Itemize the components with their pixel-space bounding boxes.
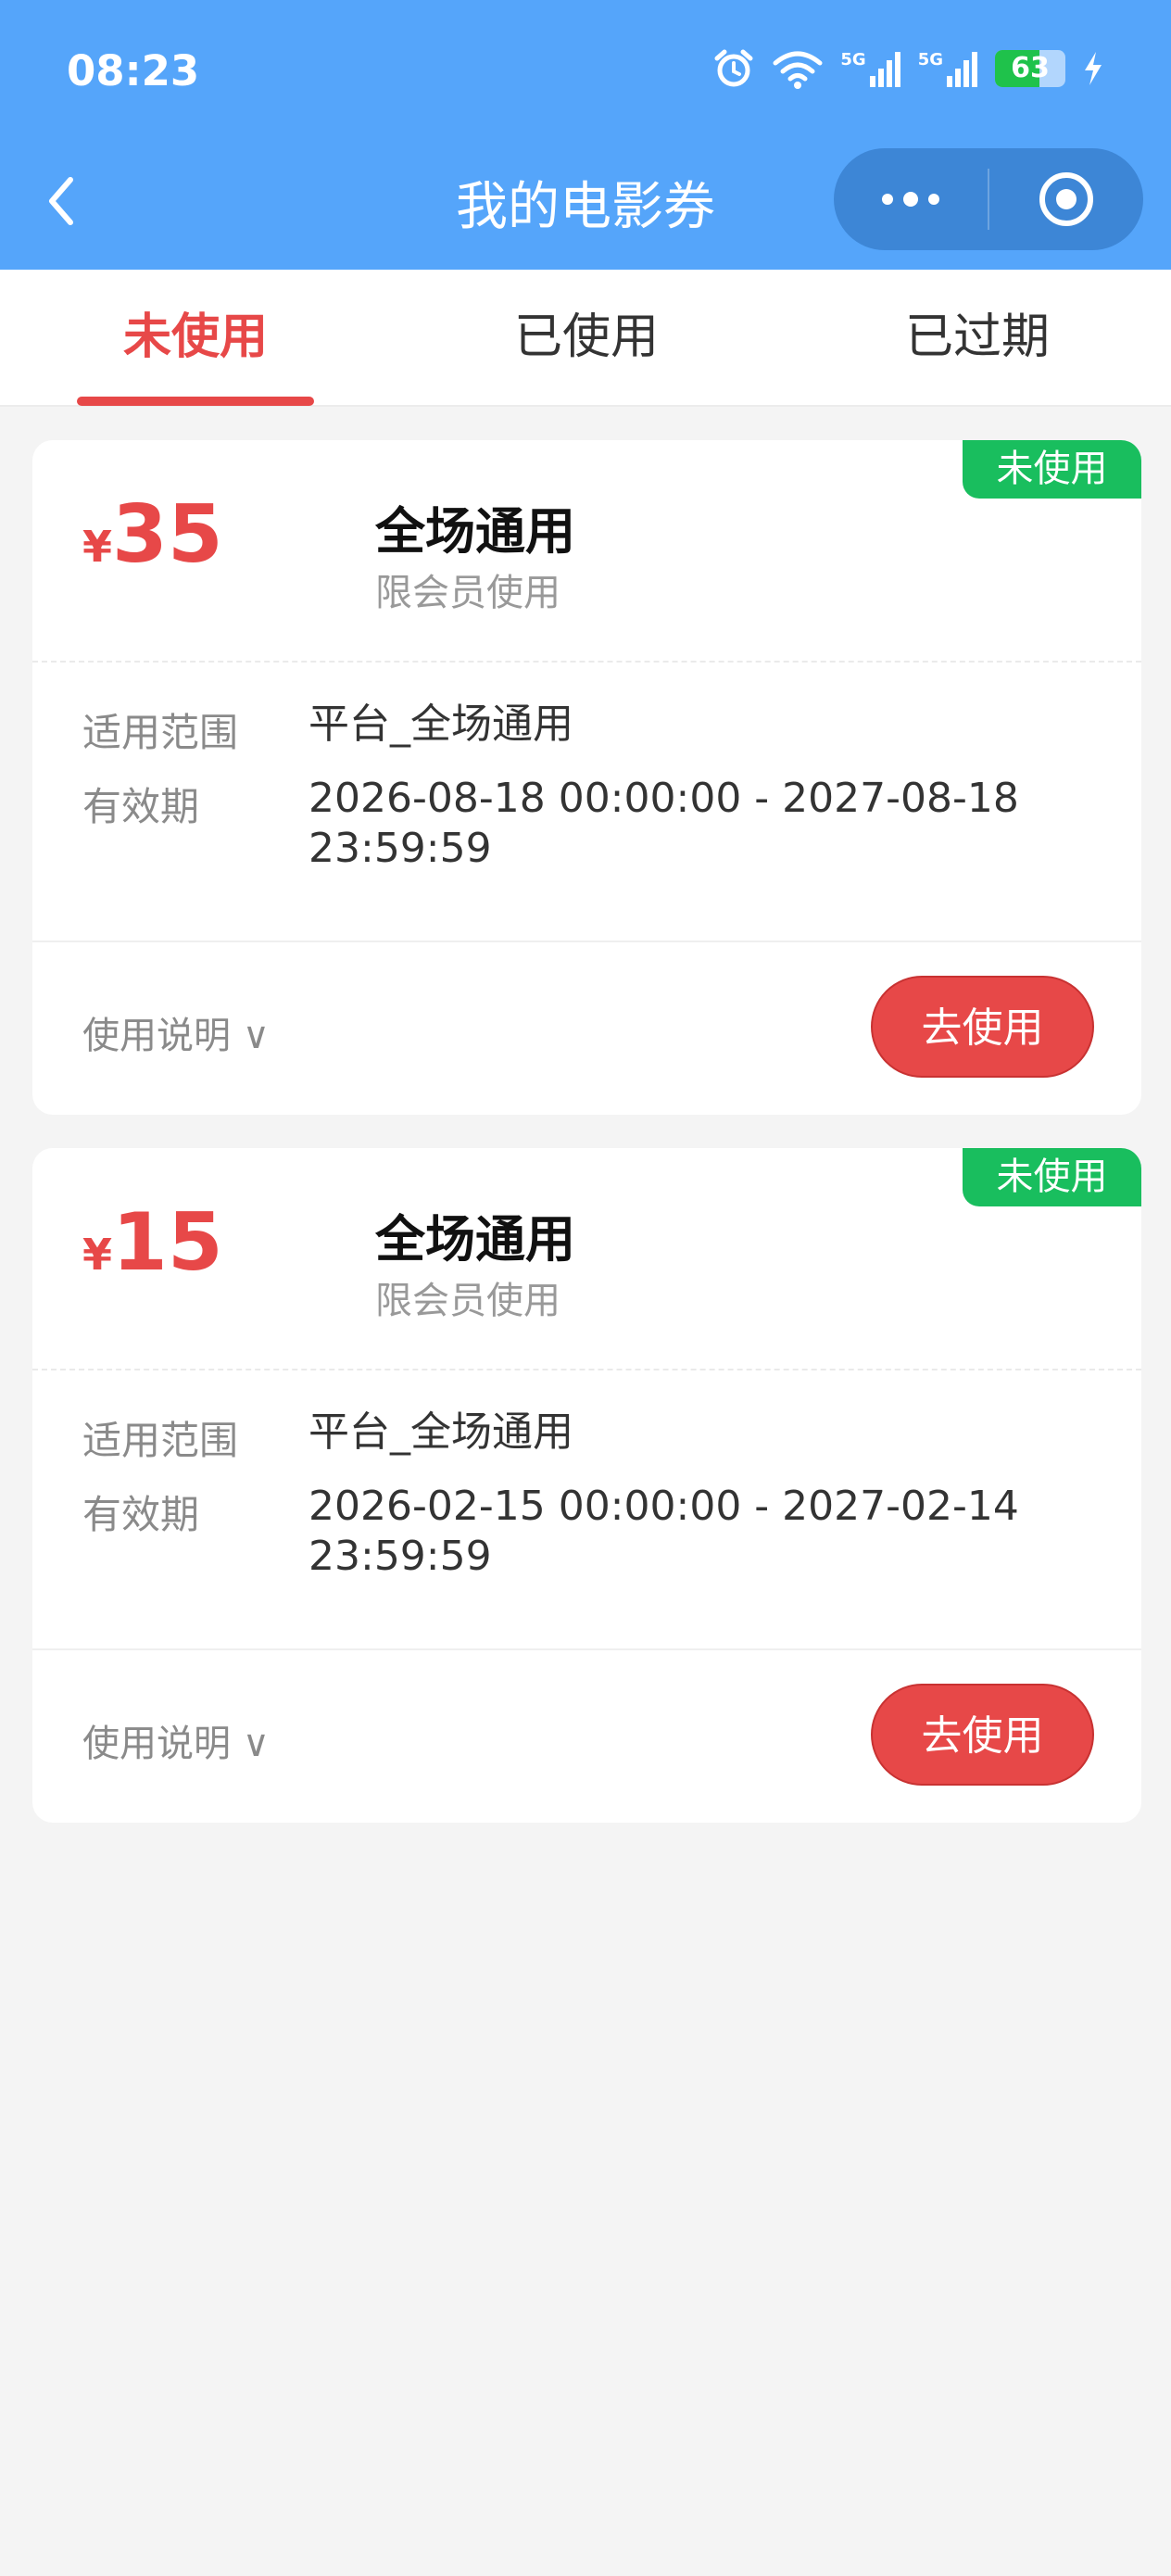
tab-unused[interactable]: 未使用 — [57, 270, 334, 405]
coupon-tabs: 未使用 已使用 已过期 — [0, 270, 1171, 407]
validity-label: 有效期 — [82, 784, 200, 829]
tab-used[interactable]: 已使用 — [447, 270, 725, 405]
coupon-amount: 35 — [112, 488, 223, 581]
currency-symbol: ¥ — [82, 522, 113, 572]
header: 08:23 5G 5G 63 我的电影券 — [0, 0, 1171, 270]
status-badge: 未使用 — [963, 440, 1141, 499]
signal-2-label: 5G — [917, 50, 943, 69]
wifi-icon — [772, 48, 824, 89]
tab-expired[interactable]: 已过期 — [838, 270, 1116, 405]
coupon-card: 未使用 ¥15 全场通用 限会员使用 适用范围 平台_全场通用 有效期 2026… — [32, 1148, 1141, 1823]
battery-icon: 63 — [995, 50, 1065, 87]
status-time: 08:23 — [67, 46, 200, 95]
coupon-restriction: 限会员使用 — [375, 1280, 560, 1322]
active-tab-indicator — [77, 397, 314, 406]
signal-1-label: 5G — [840, 50, 866, 69]
target-icon — [1039, 172, 1093, 226]
use-coupon-button[interactable]: 去使用 — [871, 1684, 1094, 1786]
mini-program-capsule — [834, 148, 1143, 250]
validity-value: 2026-08-18 00:00:00 - 2027-08-18 23:59:5… — [308, 775, 1019, 872]
more-button[interactable] — [834, 148, 988, 250]
status-icons: 5G 5G 63 — [712, 43, 1104, 95]
divider — [32, 1369, 1141, 1370]
validity-value: 2026-02-15 00:00:00 - 2027-02-14 23:59:5… — [308, 1483, 1019, 1580]
divider — [32, 1648, 1141, 1650]
scope-label: 适用范围 — [82, 710, 239, 755]
cell-signal-2-icon: 5G — [918, 48, 978, 89]
coupon-card: 未使用 ¥35 全场通用 限会员使用 适用范围 平台_全场通用 有效期 2026… — [32, 440, 1141, 1115]
coupon-price: ¥15 — [82, 1196, 223, 1289]
coupon-name: 全场通用 — [375, 502, 575, 561]
coupon-name: 全场通用 — [375, 1210, 575, 1269]
validity-label: 有效期 — [82, 1492, 200, 1537]
alarm-icon — [712, 47, 755, 90]
use-coupon-button[interactable]: 去使用 — [871, 976, 1094, 1078]
more-dots-icon — [882, 192, 939, 207]
cell-signal-1-icon: 5G — [840, 48, 900, 89]
divider — [32, 661, 1141, 663]
scope-value: 平台_全场通用 — [308, 1408, 573, 1456]
charging-icon — [1082, 50, 1104, 87]
coupon-restriction: 限会员使用 — [375, 572, 560, 614]
instructions-toggle[interactable]: 使用说明 ∨ — [82, 1713, 270, 1767]
status-badge: 未使用 — [963, 1148, 1141, 1206]
battery-level: 63 — [1011, 52, 1050, 84]
coupon-price: ¥35 — [82, 488, 223, 581]
scope-label: 适用范围 — [82, 1418, 239, 1463]
currency-symbol: ¥ — [82, 1230, 113, 1280]
instructions-toggle[interactable]: 使用说明 ∨ — [82, 1005, 270, 1059]
close-mini-program-button[interactable] — [989, 148, 1143, 250]
scope-value: 平台_全场通用 — [308, 701, 573, 748]
coupon-amount: 15 — [112, 1196, 223, 1289]
divider — [32, 941, 1141, 942]
